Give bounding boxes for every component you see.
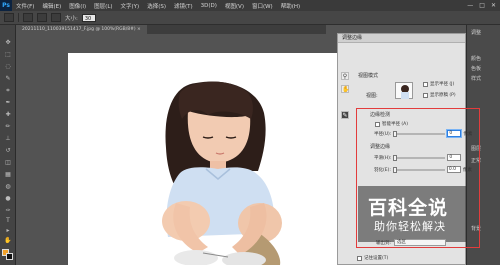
output-to-select[interactable]: 选区 [394, 239, 447, 246]
menu-window[interactable]: 窗口(W) [248, 2, 277, 10]
healing-tool-icon[interactable]: ✚ [4, 111, 12, 118]
menu-bar: Ps 文件(F) 编辑(E) 图像(I) 图层(L) 文字(Y) 选择(S) 滤… [0, 0, 500, 11]
view-mode-heading: 视图模式 [358, 73, 379, 79]
close-icon[interactable]: ✕ [491, 2, 496, 9]
zoom-tool-icon[interactable]: ⚲ [341, 72, 349, 80]
menu-select[interactable]: 选择(S) [143, 2, 170, 10]
show-radius-checkbox[interactable] [423, 81, 428, 87]
radius-slider[interactable] [393, 130, 446, 137]
show-original-option[interactable]: 显示原稿 (P) [423, 92, 456, 98]
tool-preset-picker[interactable] [4, 13, 14, 22]
move-tool-icon[interactable]: ✥ [4, 39, 12, 46]
document-canvas[interactable] [68, 53, 338, 265]
stamp-tool-icon[interactable]: ⊥ [4, 135, 12, 142]
output-to-label: 输出到: [376, 240, 392, 246]
panel-tab-adjustments[interactable]: 调整 [471, 29, 481, 36]
maximize-icon[interactable]: □ [479, 2, 485, 9]
watermark-title: 百科全说 [368, 197, 449, 219]
blur-tool-icon[interactable]: ◍ [4, 183, 12, 190]
feather-row: 羽化(E): 0.0 像素 [374, 166, 472, 173]
smart-radius-option[interactable]: 智能半径 (A) [375, 121, 408, 127]
gradient-tool-icon[interactable]: ▦ [4, 171, 12, 178]
show-radius-option[interactable]: 显示半径 (J) [423, 81, 454, 87]
document-tab[interactable]: 20211110_110039151417_F.jpg @ 100%(RGB/8… [16, 25, 147, 34]
hand-tool-icon[interactable]: ✋ [4, 237, 12, 244]
photoshop-window: Ps 文件(F) 编辑(E) 图像(I) 图层(L) 文字(Y) 选择(S) 滤… [0, 0, 500, 265]
marquee-tool-icon[interactable]: ⬚ [4, 51, 12, 58]
menu-3d[interactable]: 3D(D) [197, 3, 221, 9]
document-tab-bar: 20211110_110039151417_F.jpg @ 100%(RGB/8… [16, 25, 326, 34]
photo-girl-tying-shoes [162, 81, 282, 265]
path-select-tool-icon[interactable]: ▸ [4, 227, 12, 234]
menu-image[interactable]: 图像(I) [65, 2, 90, 10]
pen-tool-icon[interactable]: ✑ [4, 207, 12, 214]
smart-radius-label: 智能半径 (A) [382, 122, 409, 127]
divider [18, 13, 19, 22]
remember-settings-label: 记住设置(T) [364, 256, 389, 261]
dodge-tool-icon[interactable]: ● [4, 195, 12, 202]
eyedropper-tool-icon[interactable]: ✒ [4, 99, 12, 106]
eraser-tool-icon[interactable]: ◫ [4, 159, 12, 166]
minimize-icon[interactable]: — [467, 2, 473, 9]
quick-select-tool-icon[interactable]: ✎ [4, 75, 12, 82]
feather-slider[interactable] [392, 166, 445, 173]
window-controls: — □ ✕ [467, 2, 500, 9]
brush-tool-icon[interactable]: ✏ [4, 123, 12, 130]
type-tool-icon[interactable]: T [4, 217, 12, 224]
background-color-swatch[interactable] [6, 253, 13, 260]
erase-brush-icon[interactable] [51, 13, 61, 22]
feather-slider-thumb[interactable] [392, 166, 397, 173]
lasso-tool-icon[interactable]: ◌ [4, 63, 12, 70]
menu-view[interactable]: 视图(V) [221, 2, 248, 10]
radius-unit: 像素 [463, 131, 473, 137]
menu-type[interactable]: 文字(Y) [117, 2, 144, 10]
panel-tab-styles[interactable]: 样式 [471, 75, 481, 82]
refine-radius-brush-icon[interactable]: ✎ [341, 111, 349, 119]
panel-tab-color[interactable]: 颜色 [471, 55, 481, 62]
remember-settings-checkbox[interactable] [357, 255, 362, 261]
app-logo: Ps [0, 0, 12, 11]
menu-edit[interactable]: 编辑(E) [38, 2, 65, 10]
feather-unit: 像素 [462, 167, 472, 173]
show-original-checkbox[interactable] [423, 92, 428, 98]
radius-row: 半径(U): 0 像素 [374, 130, 472, 137]
history-brush-icon[interactable]: ↺ [4, 147, 12, 154]
smooth-label: 平滑(H): [374, 155, 392, 161]
smooth-slider-thumb[interactable] [393, 154, 398, 161]
crop-tool-icon[interactable]: ⌗ [4, 87, 12, 94]
radius-input[interactable]: 0 [447, 130, 462, 137]
hand-tool-icon[interactable]: ✋ [341, 85, 349, 93]
edge-detection-heading: 边缘检测 [370, 112, 391, 118]
dialog-tool-strip: ⚲ ✋ ✎ [341, 72, 351, 124]
feather-input[interactable]: 0.0 [446, 166, 461, 173]
adjust-edge-heading: 调整边缘 [370, 144, 391, 150]
menu-help[interactable]: 帮助(H) [277, 2, 304, 10]
menu-layer[interactable]: 图层(L) [90, 2, 116, 10]
radius-slider-thumb[interactable] [393, 130, 398, 137]
tools-panel: ✥ ⬚ ◌ ✎ ⌗ ✒ ✚ ✏ ⊥ ↺ ◫ ▦ ◍ ● ✑ T ▸ ✋ [0, 25, 16, 265]
view-mode-thumbnail[interactable] [395, 82, 413, 99]
smart-radius-checkbox[interactable] [375, 121, 380, 127]
show-original-label: 显示原稿 (P) [430, 93, 456, 98]
dialog-title: 调整边缘 [338, 34, 465, 43]
view-label: 视图: [366, 93, 378, 99]
watermark-subtitle: 助你轻松解决 [374, 220, 446, 233]
brush-mode-icon[interactable] [23, 13, 33, 22]
output-to-row: 输出到: 选区 [376, 239, 447, 246]
menu-filter[interactable]: 滤镜(T) [170, 2, 197, 10]
menu-file[interactable]: 文件(F) [12, 2, 38, 10]
girl-thumbnail-icon [401, 85, 409, 99]
size-input[interactable]: 30 [81, 13, 96, 22]
refine-brush-icon[interactable] [37, 13, 47, 22]
size-label: 大小: [65, 15, 78, 22]
options-bar: 大小: 30 [0, 11, 500, 25]
show-radius-label: 显示半径 (J) [430, 82, 455, 87]
smooth-slider[interactable] [393, 154, 446, 161]
smooth-input[interactable]: 0 [447, 154, 462, 161]
smooth-row: 平滑(H): 0 [374, 154, 462, 161]
panel-tab-swatches[interactable]: 色板 [471, 65, 481, 72]
radius-label: 半径(U): [374, 131, 392, 137]
feather-label: 羽化(E): [374, 167, 391, 173]
remember-settings-option[interactable]: 记住设置(T) [357, 255, 388, 261]
